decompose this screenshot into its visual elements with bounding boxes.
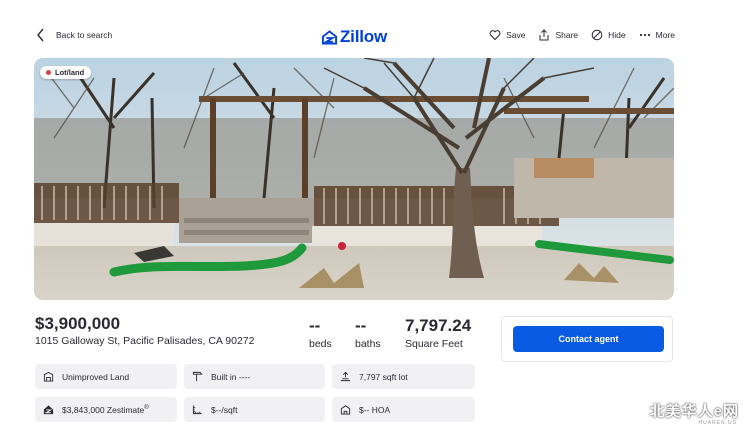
listing-address: 1015 Galloway St, Pacific Palisades, CA … (35, 335, 255, 347)
hammer-icon (192, 371, 203, 382)
fact-text: $-- HOA (359, 404, 391, 415)
status-dot-icon (46, 70, 51, 75)
watermark-text: 北美华人e网 (649, 403, 739, 420)
hide-button[interactable]: Hide (591, 29, 626, 41)
share-button[interactable]: Share (538, 29, 578, 41)
fact-text: $3,843,000 Zestimate® (62, 405, 149, 415)
fact-text: 7,797 sqft lot (359, 371, 408, 382)
beds-label: beds (309, 338, 332, 350)
fact-text: $--/sqft (211, 404, 238, 415)
save-button[interactable]: Save (489, 29, 525, 41)
fact-text: Unimproved Land (62, 371, 130, 382)
sqft-label: Square Feet (405, 338, 463, 350)
contact-card: Contact agent (501, 316, 673, 362)
listing-photo[interactable]: Lot/land (34, 58, 674, 300)
more-button[interactable]: More (639, 29, 675, 41)
listing-status-badge: Lot/land (40, 66, 92, 79)
land-icon (43, 371, 54, 382)
chevron-left-icon (37, 28, 44, 42)
hoa-icon (340, 405, 351, 415)
more-icon (639, 33, 650, 37)
baths-label: baths (355, 338, 381, 350)
back-label: Back to search (56, 30, 113, 40)
fact-lot-size: 7,797 sqft lot (332, 364, 475, 389)
logo-text: Zillow (340, 27, 387, 46)
burned-lot-photo (34, 58, 674, 300)
heart-icon (489, 30, 501, 41)
hide-icon (591, 29, 603, 41)
listing-price: $3,900,000 (35, 314, 121, 333)
zestimate-value: $3,843,000 Zestimate (62, 404, 145, 415)
zestimate-icon (43, 405, 54, 415)
share-icon (539, 29, 549, 41)
status-label: Lot/land (55, 68, 85, 77)
fact-hoa: $-- HOA (332, 397, 475, 422)
sqft-value: 7,797.24 (405, 316, 472, 335)
back-to-search-link[interactable]: Back to search (36, 28, 112, 42)
hide-label: Hide (608, 30, 626, 40)
baths-stat: -- baths (355, 316, 381, 350)
fact-zestimate: $3,843,000 Zestimate® (35, 397, 177, 422)
beds-stat: -- beds (309, 316, 332, 350)
baths-value: -- (355, 316, 367, 335)
ruler-icon (192, 405, 202, 415)
fact-year-built: Built in ---- (184, 364, 325, 389)
save-label: Save (506, 30, 526, 40)
zillow-logo-icon (322, 29, 337, 45)
contact-agent-button[interactable]: Contact agent (513, 326, 664, 352)
listing-actions: Save Share Hide More (489, 29, 675, 41)
fact-price-per-sqft: $--/sqft (184, 397, 325, 422)
sqft-stat: 7,797.24 Square Feet (405, 316, 471, 350)
fact-land-type: Unimproved Land (35, 364, 177, 389)
top-header: Back to search Zillow Save Share Hide Mo… (0, 0, 751, 58)
beds-value: -- (309, 316, 321, 335)
fact-text: Built in ---- (211, 371, 251, 382)
more-label: More (655, 30, 675, 40)
share-label: Share (555, 30, 579, 40)
zillow-logo[interactable]: Zillow (322, 27, 387, 47)
watermark-subtext: HUAREN.US (698, 420, 737, 426)
registered-mark: ® (144, 404, 149, 411)
lot-icon (340, 371, 351, 382)
